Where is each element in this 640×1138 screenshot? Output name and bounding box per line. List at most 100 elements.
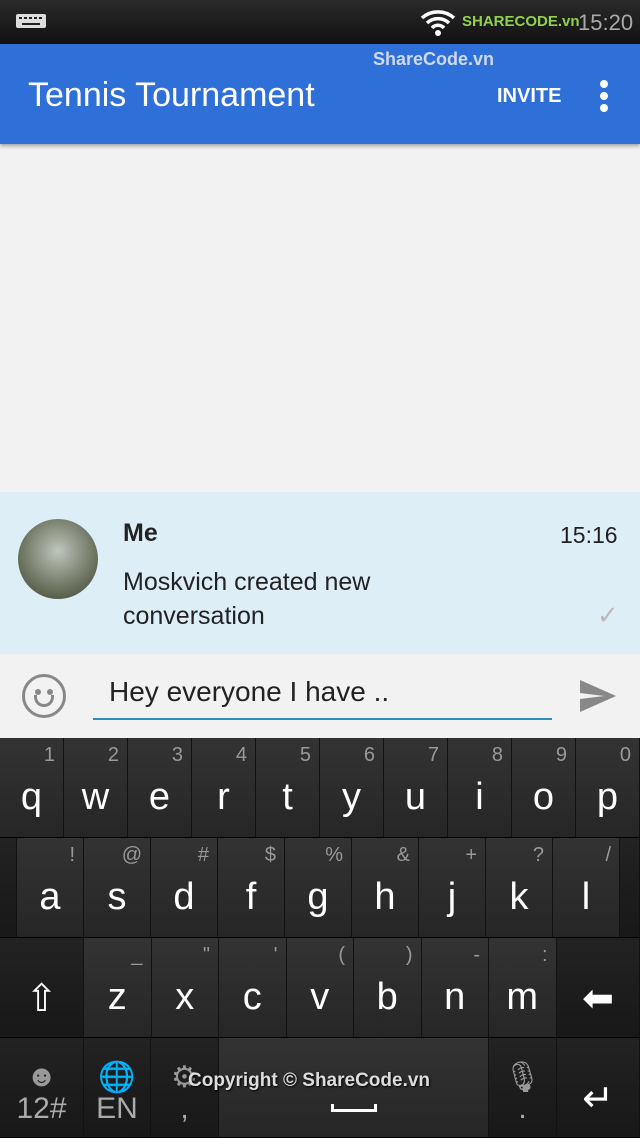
key-label: w	[81, 776, 110, 818]
key-hint: 8	[491, 744, 503, 766]
message-time: 15:16	[560, 522, 618, 548]
key-hint: )	[405, 944, 413, 966]
space-icon	[331, 1104, 377, 1112]
globe-icon: 🌐	[98, 1061, 136, 1094]
key-c[interactable]: ' c	[219, 938, 287, 1038]
key-z[interactable]: _ z	[84, 938, 152, 1038]
key-t[interactable]: 5t	[256, 738, 320, 838]
key-label: b	[376, 976, 398, 1018]
key-hint: #	[197, 844, 209, 866]
emoji-icon[interactable]	[22, 674, 66, 718]
microphone-icon: 🎙	[503, 1061, 542, 1094]
key-label: r	[217, 776, 230, 818]
key-s[interactable]: @ s	[84, 838, 151, 938]
key-label: o	[532, 776, 555, 818]
key-hint: 1	[43, 744, 55, 766]
key-hint: 5	[299, 744, 311, 766]
key-hint: 9	[555, 744, 567, 766]
enter-icon: ↵	[582, 1078, 614, 1120]
status-bar: SHARECODE.vn 15:20	[0, 0, 640, 44]
key-hint: 4	[235, 744, 247, 766]
key-label: t	[282, 776, 293, 818]
backspace-key[interactable]: ⬅	[557, 938, 640, 1038]
key-a[interactable]: ! a	[17, 838, 84, 938]
check-icon: ✓	[597, 600, 619, 630]
invite-button[interactable]: INVITE	[497, 85, 561, 108]
key-d[interactable]: # d	[151, 838, 218, 938]
key-label: i	[475, 776, 484, 818]
key-hint: /	[605, 844, 611, 866]
clock: 15:20	[578, 10, 634, 35]
key-u[interactable]: 7u	[384, 738, 448, 838]
key-w[interactable]: 2w	[64, 738, 128, 838]
key-hint: %	[325, 844, 343, 866]
key-hint: 6	[363, 744, 375, 766]
key-e[interactable]: 3e	[128, 738, 192, 838]
message-input[interactable]: Hey everyone I have ..	[93, 672, 552, 720]
more-options-icon[interactable]	[600, 80, 614, 116]
message-text: Moskvich created new conversation	[123, 568, 371, 630]
shift-key[interactable]: ⇧	[0, 938, 84, 1038]
numbers-label: 12#	[16, 1092, 67, 1125]
key-x[interactable]: " x	[151, 938, 219, 1038]
app-bar: ShareCode.vn Tennis Tournament INVITE	[0, 44, 640, 144]
key-label: n	[444, 976, 466, 1018]
key-hint: @	[121, 844, 142, 866]
key-i[interactable]: 8i	[448, 738, 512, 838]
key-q[interactable]: 1q	[0, 738, 64, 838]
key-y[interactable]: 6y	[320, 738, 384, 838]
sharecode-logo: SHARECODE.vn	[462, 13, 580, 30]
shift-icon: ⇧	[25, 978, 58, 1020]
key-label: f	[245, 876, 257, 918]
key-k[interactable]: ? k	[486, 838, 553, 938]
key-hint: :	[541, 944, 548, 966]
key-b[interactable]: ) b	[354, 938, 422, 1038]
key-h[interactable]: & h	[352, 838, 419, 938]
key-n[interactable]: -n	[421, 938, 489, 1038]
key-label: j	[447, 876, 457, 918]
language-key[interactable]: 🌐 EN	[84, 1038, 151, 1138]
period-label: .	[518, 1092, 527, 1125]
key-hint: '	[273, 944, 278, 966]
send-icon[interactable]	[578, 678, 618, 714]
key-hint: 2	[107, 744, 119, 766]
watermark: ShareCode.vn	[373, 49, 495, 69]
compose-bar: Hey everyone I have ..	[0, 654, 640, 738]
key-label: z	[107, 976, 127, 1018]
key-o[interactable]: 9o	[512, 738, 576, 838]
key-m[interactable]: :m	[489, 938, 557, 1038]
key-label: e	[148, 776, 171, 818]
key-l[interactable]: / l	[553, 838, 620, 938]
key-hint: _	[131, 944, 143, 966]
key-hint: 7	[427, 744, 439, 766]
page-title: Tennis Tournament	[28, 76, 315, 114]
key-spacer[interactable]	[620, 838, 640, 938]
keyboard-icon	[16, 14, 46, 28]
key-hint: (	[338, 944, 345, 966]
key-label: g	[307, 876, 329, 918]
emoji-icon: ☻	[25, 1060, 58, 1093]
key-r[interactable]: 4r	[192, 738, 256, 838]
avatar	[18, 519, 98, 599]
key-v[interactable]: (v	[286, 938, 354, 1038]
key-f[interactable]: $ f	[218, 838, 285, 938]
key-label: c	[242, 976, 262, 1018]
key-hint: 3	[171, 744, 183, 766]
comma-label: ,	[180, 1092, 189, 1125]
message-sender: Me	[123, 519, 158, 547]
key-label: k	[509, 876, 529, 918]
key-hint: $	[264, 844, 276, 866]
key-hint: !	[69, 844, 75, 866]
key-spacer[interactable]	[0, 838, 17, 938]
numbers-key[interactable]: ☻ 12#	[0, 1038, 84, 1138]
wifi-icon	[420, 10, 456, 36]
key-j[interactable]: + j	[419, 838, 486, 938]
period-key[interactable]: 🎙.	[489, 1038, 557, 1138]
enter-key[interactable]: ↵	[557, 1038, 640, 1138]
key-g[interactable]: % g	[285, 838, 352, 938]
key-hint: 0	[619, 744, 631, 766]
key-label: m	[506, 976, 539, 1018]
key-p[interactable]: 0p	[576, 738, 640, 838]
message-item[interactable]: Me 15:16 Moskvich created new conversati…	[0, 492, 640, 654]
key-hint: ?	[532, 844, 544, 866]
